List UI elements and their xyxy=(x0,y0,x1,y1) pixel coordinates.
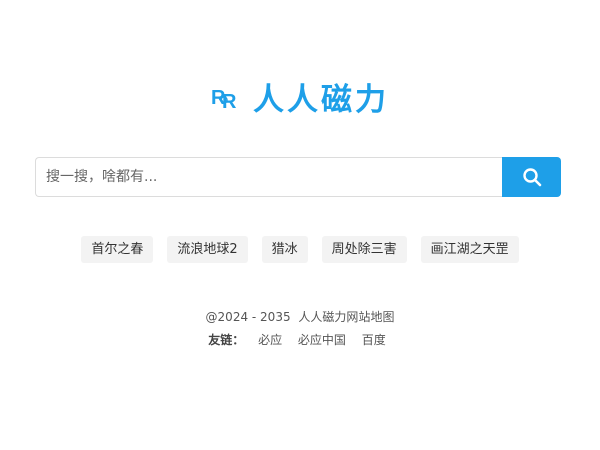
search-icon xyxy=(522,168,541,187)
svg-text:R: R xyxy=(222,91,237,112)
search-button[interactable] xyxy=(502,157,561,197)
copyright-text: @2024 - 2035 xyxy=(205,310,291,324)
friend-link[interactable]: 百度 xyxy=(362,333,386,347)
sitemap-link[interactable]: 站地图 xyxy=(358,310,394,324)
rr-logo-icon: R R xyxy=(211,87,237,112)
hot-tag[interactable]: 周处除三害 xyxy=(321,236,407,263)
hot-tag[interactable]: 猎冰 xyxy=(261,236,308,263)
hot-tags: 首尔之春 流浪地球2 猎冰 周处除三害 画江湖之天罡 xyxy=(0,236,600,263)
search-bar xyxy=(35,157,561,197)
friend-links-label: 友链： xyxy=(208,333,245,347)
page: R R 人人磁力 首尔之春 流浪地球2 猎冰 周处除三害 画江湖之天罡 @202… xyxy=(0,0,600,450)
hot-tag[interactable]: 流浪地球2 xyxy=(167,236,248,263)
hot-tag[interactable]: 画江湖之天罡 xyxy=(420,236,519,263)
friend-link[interactable]: 必应 xyxy=(258,333,282,347)
footer-copyright: @2024 - 2035 人人磁力网站地图 xyxy=(0,308,600,325)
friend-link[interactable]: 必应中国 xyxy=(298,333,346,347)
site-logo[interactable]: R R 人人磁力 xyxy=(0,74,600,119)
search-input[interactable] xyxy=(35,157,502,197)
site-name-link[interactable]: 人人磁力网 xyxy=(298,310,358,324)
site-title: 人人磁力 xyxy=(253,82,389,118)
friend-links: 友链： 必应 必应中国 百度 xyxy=(0,331,600,348)
hot-tag[interactable]: 首尔之春 xyxy=(81,236,154,263)
